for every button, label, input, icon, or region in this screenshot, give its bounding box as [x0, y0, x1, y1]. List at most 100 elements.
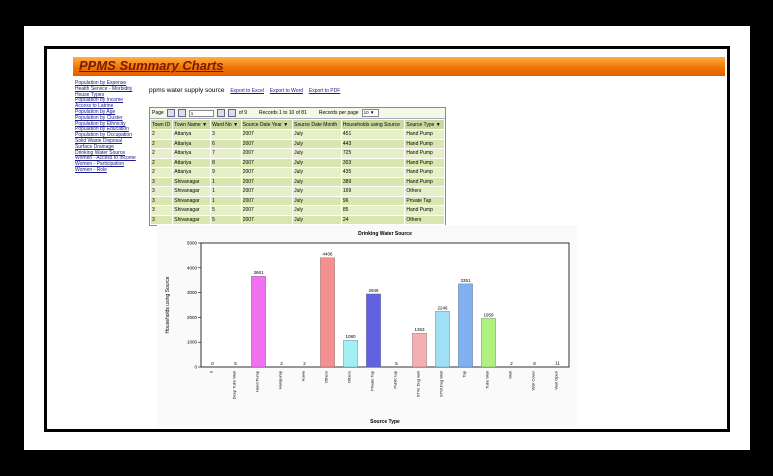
bar — [458, 283, 473, 368]
table-row[interactable]: 3 Shivanagar 1 2007 July 389 Hand Pump — [149, 176, 445, 187]
bar — [366, 293, 381, 368]
pager: Page 1 of 9 Records 1 to 10 of 81 Record… — [150, 108, 445, 119]
x-tick-label: Others — [324, 371, 329, 383]
table-cell: Hand Pump — [404, 167, 445, 178]
data-label: 3661 — [253, 270, 264, 275]
table-cell: Hand Pump — [404, 157, 445, 168]
table-cell: 303 — [340, 157, 406, 168]
table-cell: Shivanagar — [172, 205, 212, 216]
table-cell: 3 — [149, 214, 174, 225]
table-row[interactable]: 3 Shivanagar 1 2007 July 96 Private Tap — [149, 195, 445, 206]
x-tick-label: Private Tap — [370, 370, 375, 391]
table-row[interactable]: 2 Attariya 9 2007 July 435 Hand Pump — [149, 167, 445, 178]
column-header[interactable]: Source Date Year ▼ — [240, 119, 294, 130]
y-tick-label: 4000 — [187, 265, 198, 270]
table-row[interactable]: 3 Shivanagar 1 2007 July 169 Others — [149, 186, 445, 197]
next-page-icon[interactable] — [216, 109, 225, 117]
page-title[interactable]: PPMS Summary Charts — [79, 58, 224, 73]
x-tick-label: Deep Tube Well — [232, 371, 237, 399]
table-cell: 5 — [210, 214, 242, 225]
table-cell: Hand Pump — [404, 176, 445, 187]
table-cell: Hand Pump — [404, 205, 445, 216]
x-tick-label: Hand Pump — [255, 370, 260, 392]
data-label: 4406 — [322, 252, 333, 257]
data-grid: Page 1 of 9 Records 1 to 10 of 81 Record… — [149, 107, 446, 226]
table-cell: Shivanagar — [172, 214, 212, 225]
table-cell: 2007 — [240, 167, 294, 178]
x-tick-label: Well — [508, 371, 513, 379]
table-cell: 725 — [340, 148, 406, 159]
table-cell: 2 — [149, 129, 174, 140]
x-tick-label: Hanipump — [278, 370, 283, 389]
table-cell: July — [292, 176, 342, 187]
y-tick-label: 2000 — [187, 315, 198, 320]
last-page-icon[interactable] — [227, 109, 236, 117]
main-heading-row: ppms water supply source Export to Excel… — [149, 87, 340, 94]
export-word-link[interactable]: Export to Word — [270, 88, 303, 94]
table-cell: 96 — [340, 195, 406, 206]
table-cell: 8 — [210, 157, 242, 168]
chart-panel: Drinking Water Source 0 1000 2000 3000 4000 50… — [157, 225, 577, 427]
table-row[interactable]: 3 Shivanagar 5 2007 July 85 Hand Pump — [149, 205, 445, 216]
table-cell: Private Tap — [404, 195, 445, 206]
y-tick-label: 0 — [194, 365, 197, 370]
table-cell: July — [292, 195, 342, 206]
column-header[interactable]: Town Name ▼ — [172, 119, 212, 130]
table-cell: 1 — [210, 186, 242, 197]
y-tick-label: 1000 — [187, 340, 198, 345]
bar — [412, 333, 427, 368]
prev-page-icon[interactable] — [177, 109, 186, 117]
table-cell: 389 — [340, 176, 406, 187]
table-cell: 2007 — [240, 195, 294, 206]
data-label: 1959 — [483, 312, 494, 317]
table-cell: 85 — [340, 205, 406, 216]
table-cell: Attariya — [172, 129, 212, 140]
page-viewport: PPMS Summary Charts Population by Expens… — [44, 46, 730, 432]
column-header[interactable]: Source Type ▼ — [404, 119, 445, 130]
table-cell: 2007 — [240, 157, 294, 168]
table-row[interactable]: 2 Attariya 7 2007 July 725 Hand Pump — [149, 148, 445, 159]
table-row[interactable]: 2 Attariya 6 2007 July 443 Hand Pump — [149, 138, 445, 149]
table-cell: Others — [404, 186, 445, 197]
chart-title: Drinking Water Source — [358, 231, 412, 237]
table-cell: July — [292, 148, 342, 159]
table-cell: Attariya — [172, 138, 212, 149]
table-cell: 2007 — [240, 205, 294, 216]
table-cell: 435 — [340, 167, 406, 178]
table-row[interactable]: 3 Shivanagar 5 2007 July 24 Others — [149, 214, 445, 225]
table-cell: Shivanagar — [172, 195, 212, 206]
page-number-input[interactable]: 1 — [188, 109, 214, 117]
bar — [251, 276, 266, 368]
table-cell: Attariya — [172, 157, 212, 168]
data-label: 2946 — [368, 288, 379, 293]
export-excel-link[interactable]: Export to Excel — [230, 88, 264, 94]
title-bar: PPMS Summary Charts — [73, 57, 725, 76]
table-cell: July — [292, 186, 342, 197]
column-header[interactable]: Ward No ▼ — [210, 119, 242, 130]
table-cell: 451 — [340, 129, 406, 140]
y-axis-label: Households using Source — [165, 276, 171, 333]
table-cell: 2 — [149, 167, 174, 178]
table-row[interactable]: 2 Attariya 8 2007 July 303 Hand Pump — [149, 157, 445, 168]
x-tick-label: Public tap — [393, 370, 398, 388]
table-row[interactable]: 2 Attariya 3 2007 July 451 Hand Pump — [149, 129, 445, 140]
export-pdf-link[interactable]: Export to PDF — [309, 88, 340, 94]
table-cell: 3 — [149, 186, 174, 197]
table-cell: 3 — [149, 176, 174, 187]
records-summary: Records 1 to 10 of 81 — [259, 110, 307, 116]
table-cell: July — [292, 138, 342, 149]
table-cell: 2007 — [240, 214, 294, 225]
bar-chart: Drinking Water Source 0 1000 2000 3000 4000 50… — [165, 231, 570, 425]
records-per-page-select[interactable]: 10 ▼ — [361, 109, 379, 117]
data-label: 1080 — [345, 334, 356, 339]
table-cell: 169 — [340, 186, 406, 197]
x-tick-label: Well Open — [554, 371, 559, 390]
table-cell: Hand Pump — [404, 138, 445, 149]
column-header[interactable]: Town ID — [149, 119, 174, 130]
first-page-icon[interactable] — [166, 109, 175, 117]
table-cell: 3 — [149, 205, 174, 216]
column-header[interactable]: Households using Source — [340, 119, 406, 130]
x-tick-label: Tube Well — [485, 371, 490, 389]
table-cell: July — [292, 157, 342, 168]
column-header[interactable]: Source Date Month — [292, 119, 342, 130]
